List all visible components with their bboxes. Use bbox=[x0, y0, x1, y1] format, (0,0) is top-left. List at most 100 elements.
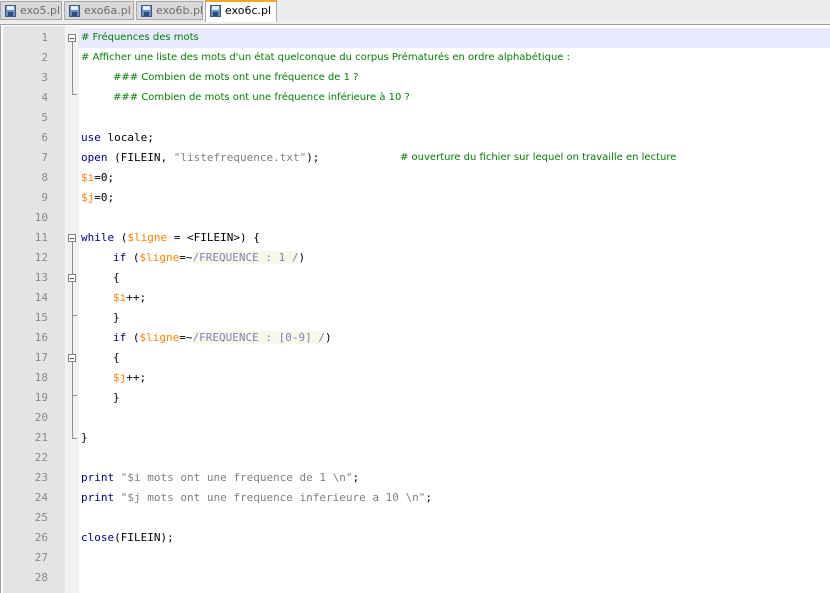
code-line-11: while ($ligne = <FILEIN>) { bbox=[81, 228, 260, 248]
line-number: 24 bbox=[34, 491, 48, 504]
keyword: print bbox=[81, 491, 115, 504]
keyword: if bbox=[113, 251, 127, 264]
fold-toggle-icon[interactable] bbox=[68, 274, 76, 282]
line-number: 14 bbox=[34, 291, 48, 304]
tab-label: exo5.pl bbox=[20, 4, 61, 17]
code-line-14: $i++; bbox=[113, 288, 146, 308]
code-line-2: # Afficher une liste des mots d'un état … bbox=[81, 52, 570, 63]
code-line-21: } bbox=[81, 431, 88, 444]
keyword: print bbox=[81, 471, 115, 484]
line-number: 19 bbox=[34, 391, 48, 404]
code-line-15: } bbox=[113, 311, 120, 324]
tab-label: exo6a.pl bbox=[84, 4, 131, 17]
fold-end bbox=[72, 438, 77, 439]
plain: (FILEIN, bbox=[107, 151, 174, 164]
plain: ++; bbox=[126, 291, 147, 304]
keyword: close bbox=[81, 531, 115, 544]
tab-label: exo6c.pl bbox=[225, 4, 272, 17]
fold-toggle-icon[interactable] bbox=[68, 234, 76, 242]
code-line-18: $j++; bbox=[113, 368, 146, 388]
plain: ( bbox=[126, 331, 140, 344]
line-number: 26 bbox=[34, 531, 48, 544]
plain: =0; bbox=[94, 171, 115, 184]
tab-bar: exo5.pl exo6a.pl exo6b.pl exo6c.pl bbox=[0, 0, 830, 22]
plain: =0; bbox=[94, 191, 115, 204]
fold-guide bbox=[72, 242, 73, 438]
code-line-19: } bbox=[113, 391, 120, 404]
tab-exo6b[interactable]: exo6b.pl bbox=[136, 1, 203, 20]
code-line-7: open (FILEIN, "listefrequence.txt"); bbox=[81, 148, 319, 168]
line-number: 23 bbox=[34, 471, 48, 484]
line-number: 27 bbox=[34, 551, 48, 564]
line-number: 7 bbox=[41, 151, 48, 164]
regex: /FREQUENCE : [0-9] / bbox=[192, 331, 325, 344]
code-editor[interactable]: 1 2 3 4 5 6 7 8 9 10 11 12 13 14 15 16 1… bbox=[0, 24, 830, 593]
plain: = <FILEIN>) { bbox=[167, 231, 260, 244]
line-number: 15 bbox=[34, 311, 48, 324]
line-number: 10 bbox=[34, 211, 48, 224]
document-save-icon bbox=[5, 5, 16, 17]
plain: ( bbox=[114, 231, 128, 244]
line-number: 6 bbox=[41, 131, 48, 144]
plain: ; bbox=[352, 471, 360, 484]
code-line-6: use locale; bbox=[81, 128, 154, 148]
code-line-3: ### Combien de mots ont une fréquence de… bbox=[113, 72, 359, 83]
plain: ) bbox=[324, 331, 332, 344]
variable: $ligne bbox=[139, 251, 180, 264]
line-number: 21 bbox=[34, 431, 48, 444]
variable: $i bbox=[81, 171, 95, 184]
line-number: 13 bbox=[34, 271, 48, 284]
code-line-4: ### Combien de mots ont une fréquence in… bbox=[113, 92, 410, 103]
plain: ( bbox=[126, 251, 140, 264]
plain: ; bbox=[425, 491, 433, 504]
line-number: 9 bbox=[41, 191, 48, 204]
operator: =~ bbox=[179, 251, 193, 264]
line-number: 4 bbox=[41, 91, 48, 104]
string: "$j mots ont une frequence inferieure a … bbox=[114, 491, 426, 504]
keyword: while bbox=[81, 231, 115, 244]
line-number: 12 bbox=[34, 251, 48, 264]
tab-exo6a[interactable]: exo6a.pl bbox=[64, 1, 134, 20]
line-number: 2 bbox=[41, 51, 48, 64]
code-line-24: print "$j mots ont une frequence inferie… bbox=[81, 488, 432, 508]
regex: /FREQUENCE : 1 / bbox=[192, 251, 299, 264]
code-line-12: if ($ligne=~/FREQUENCE : 1 /) bbox=[113, 248, 305, 268]
tab-exo5[interactable]: exo5.pl bbox=[0, 1, 62, 20]
fold-end bbox=[72, 315, 77, 316]
line-number: 28 bbox=[34, 571, 48, 584]
plain: (FILEIN); bbox=[114, 531, 174, 544]
fold-toggle-icon[interactable] bbox=[68, 354, 76, 362]
keyword: open bbox=[81, 151, 108, 164]
fold-end bbox=[72, 395, 77, 396]
tab-exo6c[interactable]: exo6c.pl bbox=[205, 0, 277, 22]
code-line-9: $j=0; bbox=[81, 188, 114, 208]
fold-end bbox=[72, 94, 77, 95]
code-line-17: { bbox=[113, 351, 120, 364]
string: "listefrequence.txt" bbox=[173, 151, 307, 164]
line-number: 1 bbox=[41, 31, 48, 44]
line-number: 25 bbox=[34, 511, 48, 524]
variable: $i bbox=[113, 291, 127, 304]
line-number: 17 bbox=[34, 351, 48, 364]
code-line-13: { bbox=[113, 271, 120, 284]
string: "$i mots ont une frequence de 1 \n" bbox=[114, 471, 353, 484]
variable: $j bbox=[81, 191, 95, 204]
line-number: 5 bbox=[41, 111, 48, 124]
document-save-icon bbox=[69, 5, 80, 17]
line-number: 8 bbox=[41, 171, 48, 184]
plain: ); bbox=[306, 151, 320, 164]
line-number: 22 bbox=[34, 451, 48, 464]
keyword: if bbox=[113, 331, 127, 344]
variable: $j bbox=[113, 371, 127, 384]
operator: =~ bbox=[179, 331, 193, 344]
fold-guide bbox=[72, 42, 73, 94]
fold-toggle-icon[interactable] bbox=[68, 34, 76, 42]
code-line-8: $i=0; bbox=[81, 168, 114, 188]
line-number: 3 bbox=[41, 71, 48, 84]
keyword: use bbox=[81, 131, 101, 144]
code-line-7-comment: # ouverture du fichier sur lequel on tra… bbox=[400, 152, 677, 163]
document-save-icon bbox=[141, 5, 152, 17]
code-line-16: if ($ligne=~/FREQUENCE : [0-9] /) bbox=[113, 328, 332, 348]
line-number: 16 bbox=[34, 331, 48, 344]
line-number: 20 bbox=[34, 411, 48, 424]
